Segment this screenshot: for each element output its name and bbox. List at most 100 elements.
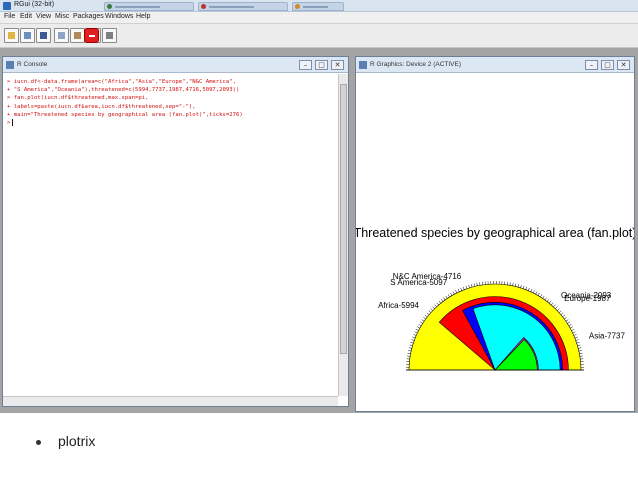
paste-icon[interactable] <box>70 28 85 43</box>
tick-mark <box>473 283 475 287</box>
tick-mark <box>432 306 435 309</box>
menu-bar: File Edit View Misc Packages Windows Hel… <box>0 12 638 24</box>
tick-mark <box>575 339 579 341</box>
taskbar-tab-2[interactable] <box>198 2 288 11</box>
graphics-title-bar: R Graphics: Device 2 (ACTIVE) – □ ✕ <box>356 57 634 73</box>
copy-icon[interactable] <box>54 28 69 43</box>
console-restore-button[interactable]: □ <box>315 60 328 70</box>
console-vertical-scrollbar[interactable] <box>338 74 348 396</box>
tick-mark <box>525 286 527 290</box>
tick-mark <box>438 300 441 304</box>
graphics-restore-button[interactable]: □ <box>601 60 614 70</box>
tick-mark <box>447 294 450 298</box>
menu-help[interactable]: Help <box>136 13 150 20</box>
fan-label-africa: Africa-5994 <box>378 301 419 310</box>
tick-mark <box>479 282 481 286</box>
tick-mark <box>408 347 412 349</box>
taskbar-tab-3[interactable] <box>292 2 344 11</box>
graphics-title: R Graphics: Device 2 (ACTIVE) <box>370 61 462 68</box>
tick-mark <box>468 284 470 288</box>
tick-mark <box>560 312 564 315</box>
tick-mark <box>412 336 416 339</box>
console-line: + "S America","Oceania"),threatened=c(59… <box>7 87 240 94</box>
tick-mark <box>430 308 433 311</box>
tick-mark <box>418 324 422 327</box>
tick-mark <box>542 295 545 299</box>
tick-mark <box>517 284 519 288</box>
tick-mark <box>535 291 538 295</box>
app-title-bar: RGui (32-bit) <box>0 0 638 12</box>
tick-mark <box>570 326 573 329</box>
menu-file[interactable]: File <box>4 13 15 20</box>
console-prompt: > <box>7 120 11 127</box>
tick-mark <box>450 292 453 296</box>
tick-mark <box>557 308 560 311</box>
open-script-icon[interactable] <box>4 28 19 43</box>
tick-mark <box>471 284 473 288</box>
tick-mark <box>555 306 558 309</box>
tick-mark <box>414 331 418 334</box>
tick-mark <box>423 317 426 320</box>
console-line: + labels=paste(iucn.df$area,iucn.df$thre… <box>7 103 196 110</box>
menu-view[interactable]: View <box>36 13 51 20</box>
tick-mark <box>551 302 554 306</box>
console-title: R Console <box>17 61 48 68</box>
tick-mark <box>424 314 428 318</box>
tick-mark <box>530 288 533 292</box>
menu-misc[interactable]: Misc <box>55 13 69 20</box>
menu-packages[interactable]: Packages <box>73 13 104 20</box>
tick-mark <box>532 290 535 294</box>
tick-mark <box>440 299 444 302</box>
menu-windows[interactable]: Windows <box>105 13 133 20</box>
console-output[interactable]: > iucn.df<-data.frame(area=c("Africa","A… <box>3 74 338 396</box>
stop-icon[interactable] <box>84 28 99 43</box>
console-horizontal-scrollbar[interactable] <box>3 396 338 406</box>
fan-label-europe: Europe-1987 <box>564 294 611 303</box>
tick-mark <box>436 302 439 306</box>
tick-mark <box>407 352 411 354</box>
graphics-window-icon <box>359 61 367 69</box>
tick-mark <box>452 291 455 295</box>
tick-mark <box>410 341 414 344</box>
tick-mark <box>409 344 413 347</box>
console-title-bar: R Console – □ ✕ <box>3 57 348 73</box>
app-title: RGui (32-bit) <box>14 1 55 8</box>
console-window-icon <box>6 61 14 69</box>
graphics-minimize-button[interactable]: – <box>585 60 598 70</box>
fan-label-n-c-america: N&C America-4716 <box>393 272 462 281</box>
console-line: > fan.plot(iucn.df$threatened,max.span=p… <box>7 95 149 102</box>
mdi-workspace: R Console – □ ✕ > iucn.df<-data.frame(ar… <box>0 48 638 413</box>
print-icon[interactable] <box>102 28 117 43</box>
chart-title: Threatened species by geographical area … <box>356 226 634 240</box>
tick-mark <box>434 304 437 307</box>
r-logo-icon <box>3 2 11 10</box>
load-workspace-icon[interactable] <box>20 28 35 43</box>
tick-mark <box>573 334 577 336</box>
tick-mark <box>578 350 582 352</box>
console-line: > iucn.df<-data.frame(area=c("Africa","A… <box>7 79 237 85</box>
tick-mark <box>515 283 517 287</box>
tick-mark <box>520 284 522 288</box>
tick-mark <box>419 321 423 324</box>
menu-edit[interactable]: Edit <box>20 13 32 20</box>
tick-mark <box>546 299 550 302</box>
taskbar-tab-1[interactable] <box>104 2 194 11</box>
tick-mark <box>465 285 468 289</box>
tick-mark <box>571 328 575 331</box>
fan-label-asia: Asia-7737 <box>589 332 626 341</box>
console-close-button[interactable]: ✕ <box>331 60 344 70</box>
tick-mark <box>512 282 514 286</box>
tick-mark <box>576 341 580 344</box>
r-console-window: R Console – □ ✕ > iucn.df<-data.frame(ar… <box>2 56 349 407</box>
console-scroll-thumb[interactable] <box>340 84 347 354</box>
save-workspace-icon[interactable] <box>36 28 51 43</box>
toolbar <box>0 24 638 48</box>
tick-mark <box>408 350 412 352</box>
console-prompt-line[interactable]: > <box>7 119 334 127</box>
tick-mark <box>577 344 581 347</box>
graphics-close-button[interactable]: ✕ <box>617 60 630 70</box>
console-minimize-button[interactable]: – <box>299 60 312 70</box>
tick-mark <box>537 292 540 296</box>
tick-mark <box>544 297 547 301</box>
r-graphics-window: R Graphics: Device 2 (ACTIVE) – □ ✕ Thre… <box>354 56 636 412</box>
